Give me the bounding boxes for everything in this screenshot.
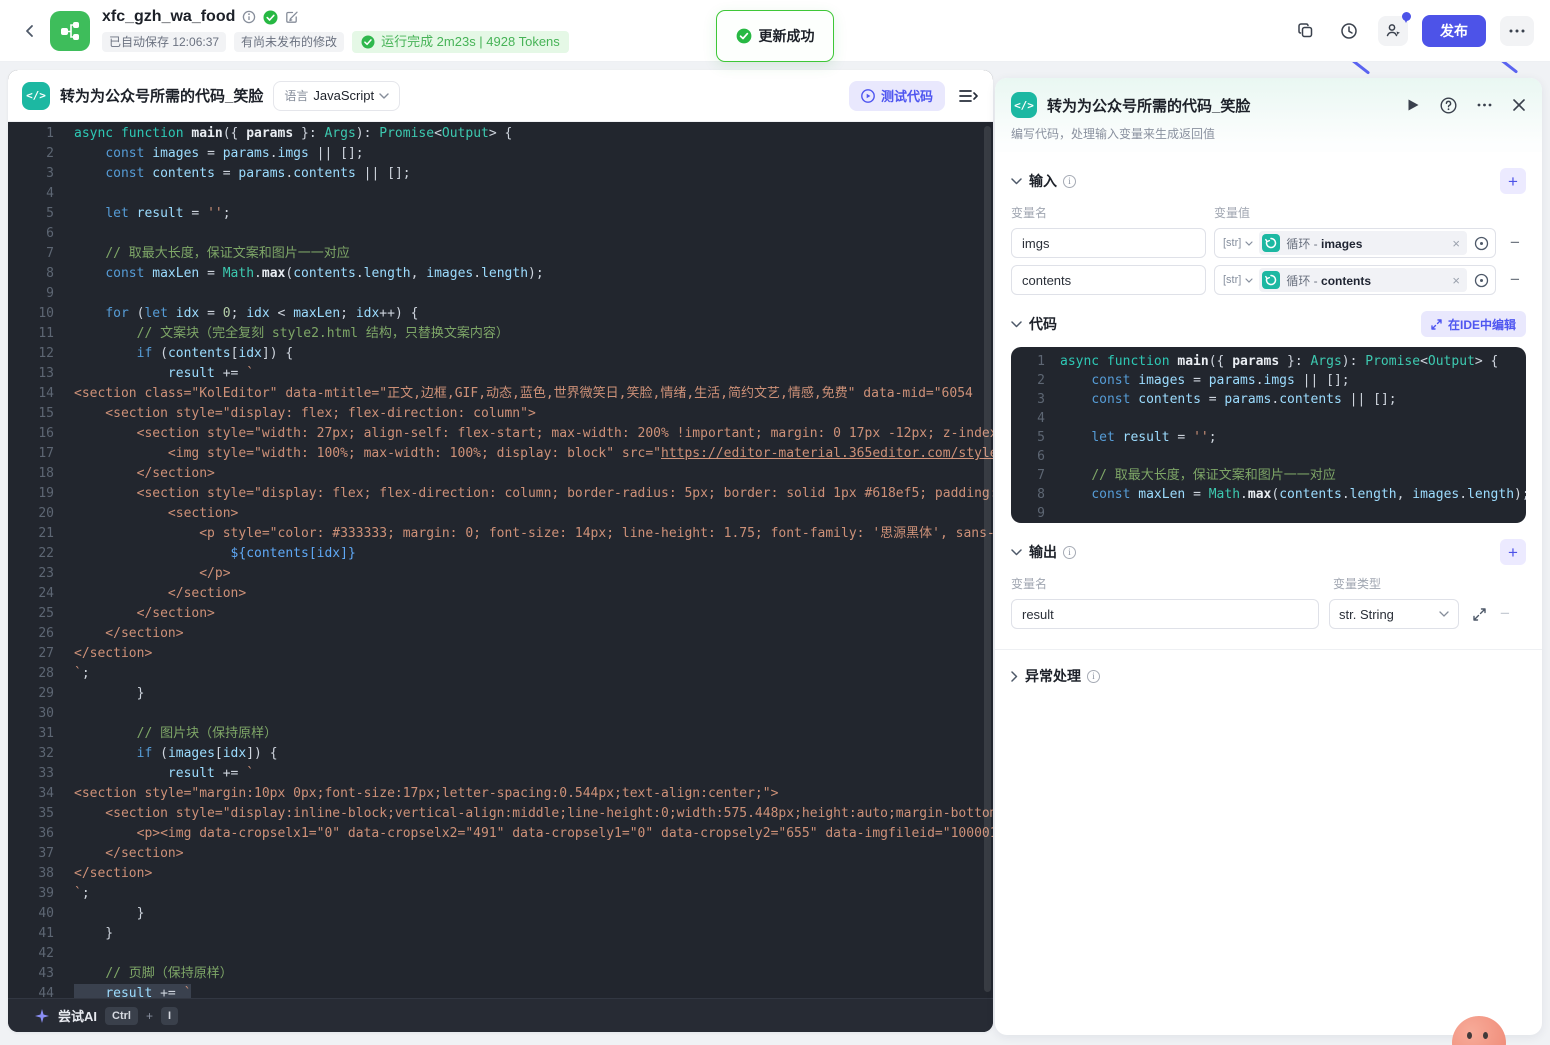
try-ai-label: 尝试AI [58, 1006, 97, 1025]
clear-value-icon[interactable]: × [1452, 237, 1460, 250]
panel-header: </> 转为为公众号所需的代码_笑脸 编写代码，处理输入变量来生成返回值 [995, 78, 1542, 152]
remove-input-button[interactable]: − [1504, 233, 1526, 253]
info-icon: i [1063, 175, 1076, 188]
unpublished-changes-badge: 有尚未发布的修改 [234, 32, 344, 52]
code-editor-card: </> 转为为公众号所需的代码_笑脸 语言 JavaScript 测试代码 1a… [8, 70, 993, 1032]
output-section-header: 输出 i + [1011, 539, 1526, 565]
autosave-badge: 已自动保存 12:06:37 [102, 32, 226, 52]
output-row-result: str. String − [1011, 599, 1526, 629]
run-check-icon [361, 35, 375, 49]
panel-title: 转为为公众号所需的代码_笑脸 [1047, 95, 1407, 116]
i-key-badge: I [161, 1007, 178, 1025]
code-node-icon: </> [22, 82, 50, 110]
code-section-header: 代码 在IDE中编辑 [1011, 311, 1526, 337]
edit-title-icon[interactable] [285, 10, 299, 24]
variable-value-field[interactable]: [str] 循环 - images × [1214, 228, 1496, 258]
expand-output-icon[interactable] [1473, 608, 1486, 621]
panel-subtitle: 编写代码，处理输入变量来生成返回值 [1011, 125, 1526, 142]
input-section-label: 输入 [1029, 171, 1057, 191]
mascot-eye [1483, 1032, 1488, 1039]
output-type-select[interactable]: str. String [1329, 599, 1459, 629]
input-row-contents: [str] 循环 - contents × − [1011, 265, 1526, 295]
history-icon[interactable] [1334, 16, 1364, 46]
play-circle-icon [861, 89, 875, 103]
variable-name-input[interactable] [1011, 265, 1206, 295]
editor-title: 转为为公众号所需的代码_笑脸 [60, 85, 263, 106]
variable-value-field[interactable]: [str] 循环 - contents × [1214, 265, 1496, 295]
editor-scrollbar[interactable] [984, 126, 991, 992]
output-name-input[interactable] [1011, 599, 1319, 629]
locate-node-icon[interactable] [1474, 236, 1489, 251]
notification-pin-icon [1402, 12, 1411, 21]
chevron-down-icon [1439, 611, 1449, 617]
node-config-panel: </> 转为为公众号所需的代码_笑脸 编写代码，处理输入变量来生成返回值 输入 … [995, 78, 1542, 1035]
code-node-icon: </> [1011, 92, 1037, 118]
remove-output-button[interactable]: − [1494, 604, 1516, 624]
expand-arrows-icon [1431, 319, 1442, 330]
run-status-badge[interactable]: 运行完成 2m23s | 4928 Tokens [352, 31, 569, 53]
editor-header: </> 转为为公众号所需的代码_笑脸 语言 JavaScript 测试代码 [8, 70, 993, 122]
verified-check-icon [263, 10, 278, 25]
panel-more-icon[interactable] [1477, 103, 1492, 107]
code-section-label: 代码 [1029, 314, 1057, 334]
info-icon[interactable] [242, 10, 256, 24]
value-type-dropdown[interactable]: [str] [1223, 274, 1259, 286]
run-node-icon[interactable] [1407, 98, 1420, 112]
test-code-button[interactable]: 测试代码 [849, 81, 945, 111]
more-options-button[interactable] [1500, 16, 1534, 46]
language-selector[interactable]: 语言 JavaScript [273, 81, 400, 111]
close-panel-icon[interactable] [1512, 98, 1526, 112]
add-output-button[interactable]: + [1500, 539, 1526, 565]
help-icon[interactable] [1440, 97, 1457, 114]
chevron-down-icon[interactable] [1011, 549, 1022, 556]
exception-section-header: 异常处理 i [1011, 666, 1526, 704]
chevron-down-icon[interactable] [1011, 321, 1022, 328]
loop-reference-chip: 循环 - contents × [1259, 268, 1467, 292]
value-type-dropdown[interactable]: [str] [1223, 237, 1259, 249]
back-button[interactable] [18, 19, 42, 43]
locate-node-icon[interactable] [1474, 273, 1489, 288]
info-icon: i [1063, 546, 1076, 559]
update-success-toast: 更新成功 [716, 10, 834, 62]
chevron-right-icon[interactable] [1011, 671, 1018, 682]
variable-name-input[interactable] [1011, 228, 1206, 258]
input-section-header: 输入 i + [1011, 168, 1526, 194]
info-icon: i [1087, 670, 1100, 683]
loop-node-icon [1262, 234, 1280, 252]
collapse-menu-icon[interactable] [959, 89, 979, 103]
mascot-eye [1467, 1032, 1472, 1039]
exception-section-label: 异常处理 [1025, 666, 1081, 686]
workflow-app-icon [50, 11, 90, 51]
chevron-down-icon [379, 93, 389, 99]
chevron-down-icon[interactable] [1011, 178, 1022, 185]
input-column-headers: 变量名 变量值 [1011, 204, 1526, 221]
output-column-headers: 变量名 变量类型 [1011, 575, 1526, 592]
code-editor[interactable]: 1async function main({ params }: Args): … [8, 122, 993, 998]
publish-button[interactable]: 发布 [1422, 15, 1486, 47]
clear-value-icon[interactable]: × [1452, 274, 1460, 287]
output-section-label: 输出 [1029, 542, 1057, 562]
section-divider [995, 649, 1542, 650]
loop-reference-chip: 循环 - images × [1259, 231, 1467, 255]
try-ai-bar[interactable]: 尝试AI Ctrl + I [8, 998, 993, 1032]
workflow-title: xfc_gzh_wa_food [102, 8, 235, 26]
ctrl-key-badge: Ctrl [105, 1007, 138, 1025]
toast-check-icon [736, 28, 752, 44]
code-preview-editor[interactable]: 1async function main({ params }: Args): … [1011, 347, 1526, 523]
duplicate-icon[interactable] [1290, 16, 1320, 46]
remove-input-button[interactable]: − [1504, 270, 1526, 290]
sparkle-ai-icon [34, 1008, 50, 1024]
plus-separator: + [146, 1009, 153, 1023]
input-row-imgs: [str] 循环 - images × − [1011, 228, 1526, 258]
loop-node-icon [1262, 271, 1280, 289]
collaboration-icon[interactable] [1378, 16, 1408, 46]
edit-in-ide-button[interactable]: 在IDE中编辑 [1421, 311, 1526, 337]
chevron-down-icon [1245, 278, 1253, 283]
add-input-button[interactable]: + [1500, 168, 1526, 194]
top-bar: xfc_gzh_wa_food 已自动保存 12:06:37 有尚未发布的修改 … [0, 0, 1550, 62]
chevron-down-icon [1245, 241, 1253, 246]
